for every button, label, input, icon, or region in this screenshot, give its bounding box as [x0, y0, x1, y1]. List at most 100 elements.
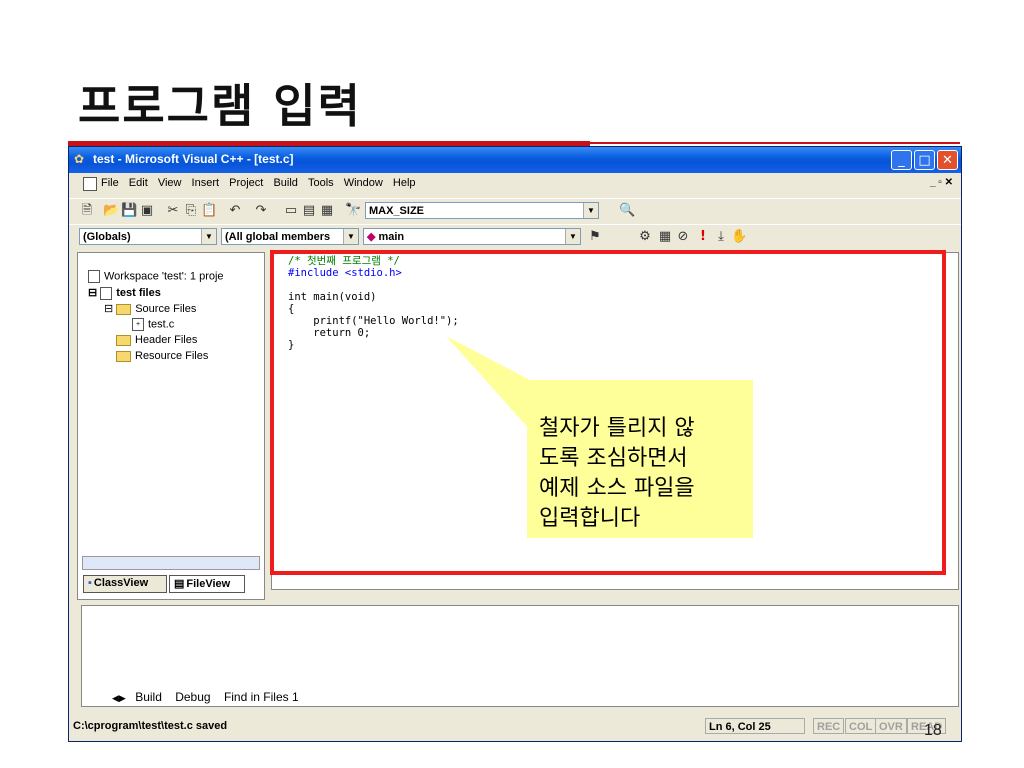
- paste-icon[interactable]: 📋: [201, 203, 217, 219]
- compile-icon[interactable]: ⚙: [637, 229, 653, 245]
- cursor-position: Ln 6, Col 25: [705, 718, 805, 734]
- status-col: COL: [845, 718, 877, 734]
- resource-files-node[interactable]: Resource Files: [116, 350, 208, 362]
- header-files-node[interactable]: Header Files: [116, 334, 197, 346]
- chevron-down-icon[interactable]: ▼: [201, 229, 216, 244]
- workspace-pane: Workspace 'test': 1 proje ⊟ test files ⊟ S…: [77, 252, 265, 600]
- collapse-icon[interactable]: ⊟: [88, 287, 97, 299]
- fileview-icon: ▤: [174, 578, 185, 590]
- menu-bar: File Edit View Insert Project Build Tool…: [69, 173, 961, 195]
- chevron-down-icon[interactable]: ▼: [583, 203, 598, 218]
- members-combo[interactable]: (All global members ▼: [221, 228, 359, 245]
- window-title: test - Microsoft Visual C++ - [test.c]: [93, 152, 294, 166]
- function-combo-value: main: [378, 231, 405, 243]
- callout-line: 도록 조심하면서: [539, 446, 688, 471]
- menu-tools[interactable]: Tools: [308, 177, 334, 189]
- maximize-button[interactable]: □: [914, 150, 935, 170]
- menu-build[interactable]: Build: [273, 177, 297, 189]
- header-files-label: Header Files: [135, 334, 198, 346]
- folder-open-icon: [116, 303, 132, 315]
- tab-classview[interactable]: ▪ ClassView: [83, 575, 167, 593]
- members-combo-value: (All global members: [225, 231, 331, 243]
- breakpoint-icon[interactable]: ✋: [731, 229, 747, 245]
- horizontal-scrollbar[interactable]: [82, 556, 260, 570]
- slide-title: 프로그램 입력: [78, 79, 362, 133]
- find-combo[interactable]: MAX_SIZE ▼: [365, 202, 599, 219]
- redo-icon[interactable]: ↷: [253, 203, 269, 219]
- find-combo-value: MAX_SIZE: [369, 205, 425, 217]
- workspace-node[interactable]: Workspace 'test': 1 proje: [88, 270, 224, 283]
- wizard-action-icon[interactable]: ⚑: [587, 229, 603, 245]
- status-rec: REC: [813, 718, 845, 734]
- status-message: C:\cprogram\test\test.c saved: [73, 720, 228, 732]
- scope-combo[interactable]: (Globals) ▼: [79, 228, 217, 245]
- resource-files-label: Resource Files: [135, 350, 209, 362]
- step-icon[interactable]: ⤓: [713, 229, 729, 245]
- tab-fileview-label: FileView: [186, 578, 231, 590]
- tab-find-in-files-1[interactable]: Find in Files 1: [224, 690, 299, 704]
- copy-icon[interactable]: ⎘: [183, 203, 199, 219]
- menu-insert[interactable]: Insert: [192, 177, 220, 189]
- output-tabs: ◀▶ Build Debug Find in Files 1: [112, 690, 309, 704]
- document-icon: [83, 177, 97, 191]
- wizard-toolbar: (Globals) ▼ (All global members ▼ ◆ main …: [69, 224, 961, 251]
- callout-line: 예제 소스 파일을: [539, 476, 695, 501]
- menu-file[interactable]: File: [101, 177, 119, 189]
- new-file-icon[interactable]: 🗎: [79, 203, 95, 219]
- test-c-node[interactable]: + test.c: [132, 318, 174, 331]
- mdi-controls-icon[interactable]: _ ▫ ✕: [930, 177, 953, 188]
- callout: 철자가 틀리지 않 도록 조심하면서 예제 소스 파일을 입력합니다: [527, 380, 753, 538]
- tab-build[interactable]: Build: [135, 690, 162, 704]
- cut-icon[interactable]: ✂: [165, 203, 181, 219]
- find-in-files-icon[interactable]: 🔭: [345, 203, 361, 219]
- tab-classview-label: ClassView: [93, 577, 149, 589]
- output-icon[interactable]: ▤: [301, 203, 317, 219]
- close-button[interactable]: ✕: [937, 150, 958, 170]
- minimize-button[interactable]: _: [891, 150, 912, 170]
- chevron-down-icon[interactable]: ▼: [343, 229, 358, 244]
- open-folder-icon[interactable]: 📂: [103, 203, 119, 219]
- menu-project[interactable]: Project: [229, 177, 263, 189]
- title-underline: [68, 142, 960, 144]
- menu-window[interactable]: Window: [344, 177, 383, 189]
- window-titlebar[interactable]: ✿ test - Microsoft Visual C++ - [test.c]…: [69, 147, 961, 173]
- tab-debug[interactable]: Debug: [175, 690, 210, 704]
- source-files-label: Source Files: [135, 303, 197, 315]
- workspace-icon[interactable]: ▭: [283, 203, 299, 219]
- folder-icon: [116, 334, 131, 346]
- workspace-icon: [88, 270, 100, 283]
- workspace-label: Workspace 'test': 1 proje: [104, 270, 224, 283]
- undo-icon[interactable]: ↶: [227, 203, 243, 219]
- status-ovr: OVR: [875, 718, 907, 734]
- page-number: 18: [924, 722, 942, 739]
- search-icon[interactable]: 🔍: [619, 203, 635, 219]
- project-node[interactable]: ⊟ test files: [88, 286, 161, 300]
- c-file-icon: +: [132, 318, 144, 331]
- tab-fileview[interactable]: ▤ FileView: [169, 575, 245, 593]
- folder-icon: [116, 350, 131, 362]
- windows-icon[interactable]: ▦: [319, 203, 335, 219]
- function-icon: ◆: [367, 231, 376, 243]
- function-combo[interactable]: ◆ main ▼: [363, 228, 581, 245]
- menu-view[interactable]: View: [158, 177, 182, 189]
- classview-icon: ▪: [88, 577, 92, 589]
- test-c-label: test.c: [148, 318, 175, 331]
- app-icon: ✿: [74, 152, 85, 166]
- menu-edit[interactable]: Edit: [129, 177, 148, 189]
- save-all-icon[interactable]: ▣: [139, 203, 155, 219]
- build-icon[interactable]: ▦: [657, 229, 673, 245]
- collapse-icon[interactable]: ⊟: [104, 303, 113, 315]
- scroll-arrows-icon[interactable]: ◀▶: [112, 693, 126, 703]
- callout-line: 철자가 틀리지 않: [539, 416, 695, 441]
- execute-icon[interactable]: !: [695, 229, 711, 245]
- stop-build-icon[interactable]: ⊘: [675, 229, 691, 245]
- menu-help[interactable]: Help: [393, 177, 416, 189]
- callout-text: 철자가 틀리지 않 도록 조심하면서 예제 소스 파일을 입력합니다: [539, 414, 695, 534]
- chevron-down-icon[interactable]: ▼: [565, 229, 580, 244]
- source-files-node[interactable]: ⊟ Source Files: [104, 302, 196, 315]
- save-icon[interactable]: 💾: [121, 203, 137, 219]
- output-pane: ◀▶ Build Debug Find in Files 1: [81, 605, 959, 707]
- standard-toolbar: 🗎 📂 💾 ▣ ✂ ⎘ 📋 ↶ ↷ ▭ ▤ ▦ 🔭 MAX_SIZE ▼ 🔍: [69, 198, 961, 223]
- callout-line: 입력합니다: [539, 506, 641, 531]
- project-icon: [100, 286, 113, 300]
